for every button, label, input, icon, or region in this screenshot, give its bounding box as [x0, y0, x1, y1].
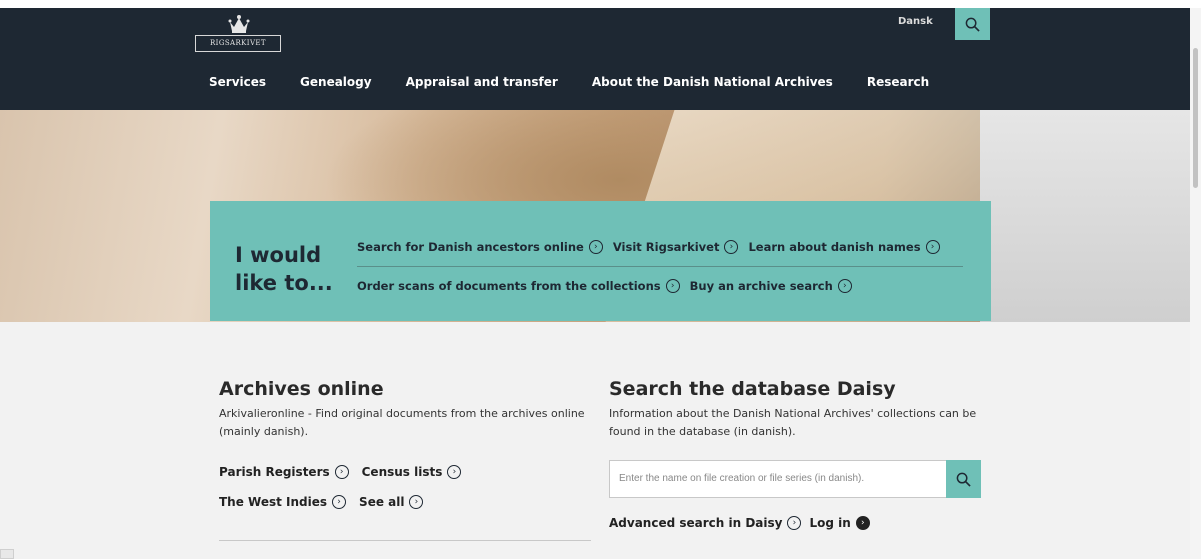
link-label: Advanced search in Daisy — [609, 516, 783, 530]
link-west-indies[interactable]: The West Indies › — [219, 495, 347, 509]
link-danish-names[interactable]: Learn about danish names › — [748, 240, 940, 254]
link-label: Log in — [809, 516, 851, 530]
circle-chevron-right-icon: › — [447, 465, 462, 479]
page-scrollbar[interactable] — [1190, 8, 1201, 559]
archives-online-section: Archives online Arkivalieronline - Find … — [219, 378, 599, 441]
nav-appraisal-transfer[interactable]: Appraisal and transfer — [406, 75, 558, 95]
nav-genealogy[interactable]: Genealogy — [300, 75, 372, 95]
language-switch[interactable]: Dansk — [898, 16, 933, 27]
daisy-search-button[interactable] — [946, 460, 981, 498]
scrollbar-thumb[interactable] — [1193, 48, 1198, 188]
quick-links-title: I would like to... — [235, 243, 333, 295]
link-buy-archive-search[interactable]: Buy an archive search › — [690, 279, 852, 293]
circle-chevron-right-icon: › — [665, 279, 680, 293]
status-bar-url — [0, 549, 14, 559]
daisy-links-row: Advanced search in Daisy › Log in › — [609, 516, 883, 530]
link-order-scans[interactable]: Order scans of documents from the collec… — [357, 279, 680, 293]
circle-chevron-right-icon: › — [409, 495, 424, 509]
link-label: Parish Registers — [219, 465, 330, 479]
archives-links-row-1: Parish Registers › Census lists › — [219, 465, 474, 479]
link-label: Order scans of documents from the collec… — [357, 279, 661, 293]
search-icon — [965, 17, 980, 32]
daisy-title: Search the database Daisy — [609, 378, 896, 400]
main-nav: Services Genealogy Appraisal and transfe… — [209, 75, 963, 95]
quick-links-divider — [357, 266, 963, 267]
quick-links-panel: I would like to... Search for Danish anc… — [210, 201, 991, 321]
link-label: Learn about danish names — [748, 240, 921, 254]
header-search-button[interactable] — [955, 8, 990, 40]
link-label: The West Indies — [219, 495, 328, 509]
circle-chevron-right-icon: › — [334, 465, 349, 479]
daisy-search-input[interactable]: Enter the name on file creation or file … — [609, 460, 947, 498]
nav-services[interactable]: Services — [209, 75, 266, 95]
archives-online-description: Arkivalieronline - Find original documen… — [219, 407, 585, 438]
crown-icon — [228, 15, 250, 33]
top-strip — [0, 0, 1201, 8]
link-see-all[interactable]: See all › — [359, 495, 424, 509]
link-label: Buy an archive search — [689, 279, 833, 293]
circle-chevron-right-icon: › — [925, 240, 940, 254]
archives-links-row-2: The West Indies › See all › — [219, 495, 436, 509]
circle-chevron-right-icon: › — [332, 495, 347, 509]
link-label: Visit Rigsarkivet — [612, 240, 720, 254]
link-label: See all — [359, 495, 405, 509]
link-log-in[interactable]: Log in › — [809, 516, 870, 530]
circle-chevron-right-icon: › — [837, 279, 852, 293]
daisy-section: Search the database Daisy Information ab… — [609, 378, 999, 441]
search-icon — [956, 472, 971, 487]
rigsarkivet-logo[interactable]: RIGSARKIVET — [195, 14, 281, 54]
link-label: Search for Danish ancestors online — [357, 240, 584, 254]
hero-document-card — [980, 110, 1201, 322]
logo-wordmark: RIGSARKIVET — [195, 35, 281, 52]
site-header: RIGSARKIVET Dansk Services Genealogy App… — [0, 8, 1201, 110]
link-advanced-search[interactable]: Advanced search in Daisy › — [609, 516, 802, 530]
quick-links-row-1: Search for Danish ancestors online › Vis… — [357, 240, 950, 254]
circle-chevron-right-icon: › — [724, 240, 739, 254]
link-visit-rigsarkivet[interactable]: Visit Rigsarkivet › — [613, 240, 739, 254]
section-divider — [219, 540, 591, 541]
circle-chevron-right-icon: › — [588, 240, 603, 254]
link-parish-registers[interactable]: Parish Registers › — [219, 465, 349, 479]
link-census-lists[interactable]: Census lists › — [362, 465, 462, 479]
circle-chevron-right-filled-icon: › — [855, 516, 870, 530]
quick-links-row-2: Order scans of documents from the collec… — [357, 279, 862, 293]
daisy-description: Information about the Danish National Ar… — [609, 407, 977, 438]
link-search-ancestors[interactable]: Search for Danish ancestors online › — [357, 240, 603, 254]
nav-about[interactable]: About the Danish National Archives — [592, 75, 833, 95]
archives-online-title: Archives online — [219, 378, 384, 400]
link-label: Census lists — [361, 465, 443, 479]
nav-research[interactable]: Research — [867, 75, 929, 95]
circle-chevron-right-icon: › — [787, 516, 802, 530]
